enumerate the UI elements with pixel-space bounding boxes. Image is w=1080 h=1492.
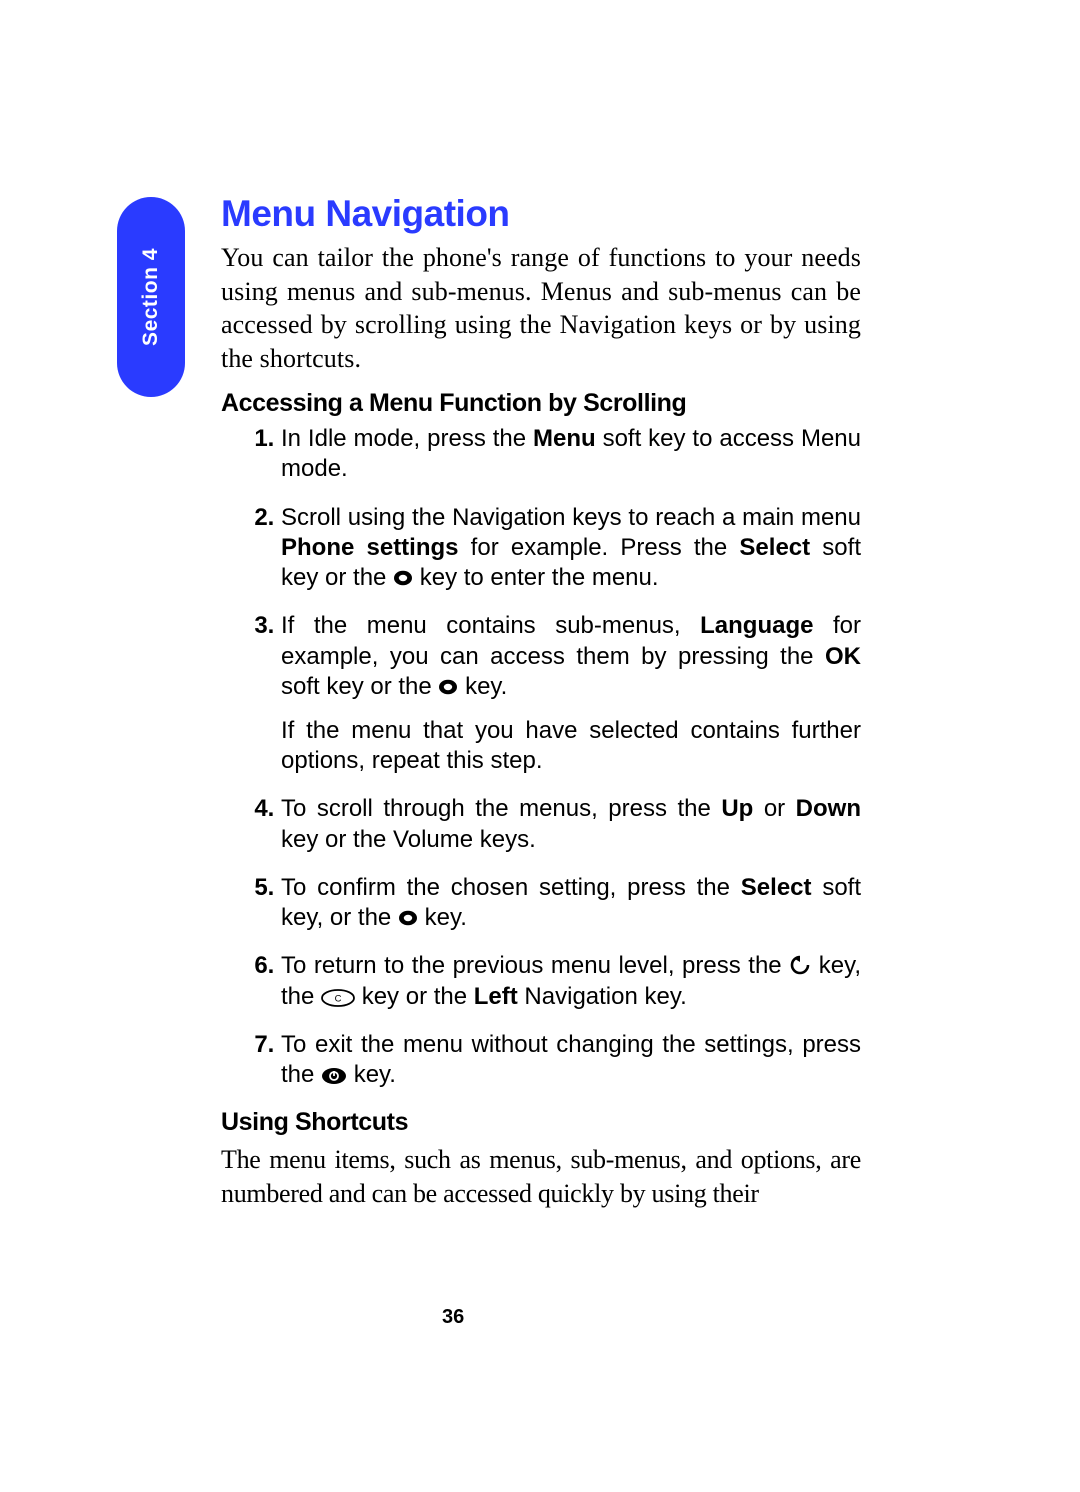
step-2-text-f: key to enter the menu. (413, 564, 658, 591)
steps-list: In Idle mode, press the Menu soft key to… (221, 424, 861, 1090)
intro-paragraph: You can tailor the phone's range of func… (221, 241, 861, 375)
content-column: Menu Navigation You can tailor the phone… (221, 193, 861, 1210)
svg-text:C: C (335, 993, 342, 1004)
ok-key-icon (438, 677, 458, 697)
step-2-text-c: for example. Press the (459, 534, 740, 561)
step-3-text-a: If the menu contains sub-menus, (281, 612, 700, 639)
step-5-text-a: To confirm the chosen setting, press the (281, 874, 741, 901)
step-2: Scroll using the Navigation keys to reac… (281, 503, 861, 594)
step-4-text-c: or (753, 795, 795, 822)
step-1-text-a: In Idle mode, press the (281, 425, 533, 452)
step-5: To confirm the chosen setting, press the… (281, 873, 861, 933)
step-6: To return to the previous menu level, pr… (281, 951, 861, 1011)
step-3-text-f: key. (458, 673, 507, 700)
section-tab: Section 4 (117, 197, 185, 397)
step-6-bold-left: Left (474, 983, 518, 1010)
step-3-text-e: soft key or the (281, 673, 438, 700)
step-4-text-e: key or the Volume keys. (281, 826, 536, 853)
step-7: To exit the menu without changing the se… (281, 1030, 861, 1090)
step-4-text-a: To scroll through the menus, press the (281, 795, 721, 822)
step-5-text-d: key. (418, 904, 467, 931)
subhead-scrolling: Accessing a Menu Function by Scrolling (221, 389, 861, 418)
page-title: Menu Navigation (221, 193, 861, 235)
step-2-bold-select: Select (739, 534, 810, 561)
step-7-text-b: key. (347, 1061, 396, 1088)
step-3-bold-ok: OK (825, 643, 861, 670)
step-2-bold-phone-settings: Phone settings (281, 534, 459, 561)
step-5-bold-select: Select (741, 874, 812, 901)
step-3-bold-language: Language (700, 612, 813, 639)
step-3-para-2: If the menu that you have selected conta… (281, 716, 861, 776)
step-6-text-c: key or the (355, 983, 474, 1010)
step-2-text-a: Scroll using the Navigation keys to reac… (281, 504, 861, 531)
step-4-bold-down: Down (796, 795, 861, 822)
clear-key-icon: C (321, 989, 355, 1007)
section-tab-label: Section 4 (139, 248, 163, 346)
step-4: To scroll through the menus, press the U… (281, 794, 861, 854)
subhead-shortcuts: Using Shortcuts (221, 1108, 861, 1137)
shortcuts-paragraph: The menu items, such as menus, sub-menus… (221, 1143, 861, 1210)
step-4-bold-up: Up (721, 795, 753, 822)
back-key-icon (789, 954, 811, 976)
step-6-text-a: To return to the previous menu level, pr… (281, 952, 789, 979)
page-number: 36 (442, 1306, 464, 1329)
step-1: In Idle mode, press the Menu soft key to… (281, 424, 861, 484)
step-1-bold-menu: Menu (533, 425, 596, 452)
manual-page: Section 4 Menu Navigation You can tailor… (0, 0, 1080, 1492)
step-6-text-e: Navigation key. (518, 983, 687, 1010)
ok-key-icon (398, 908, 418, 928)
step-3: If the menu contains sub-menus, Language… (281, 611, 861, 776)
power-key-icon (321, 1067, 347, 1085)
ok-key-icon (393, 568, 413, 588)
